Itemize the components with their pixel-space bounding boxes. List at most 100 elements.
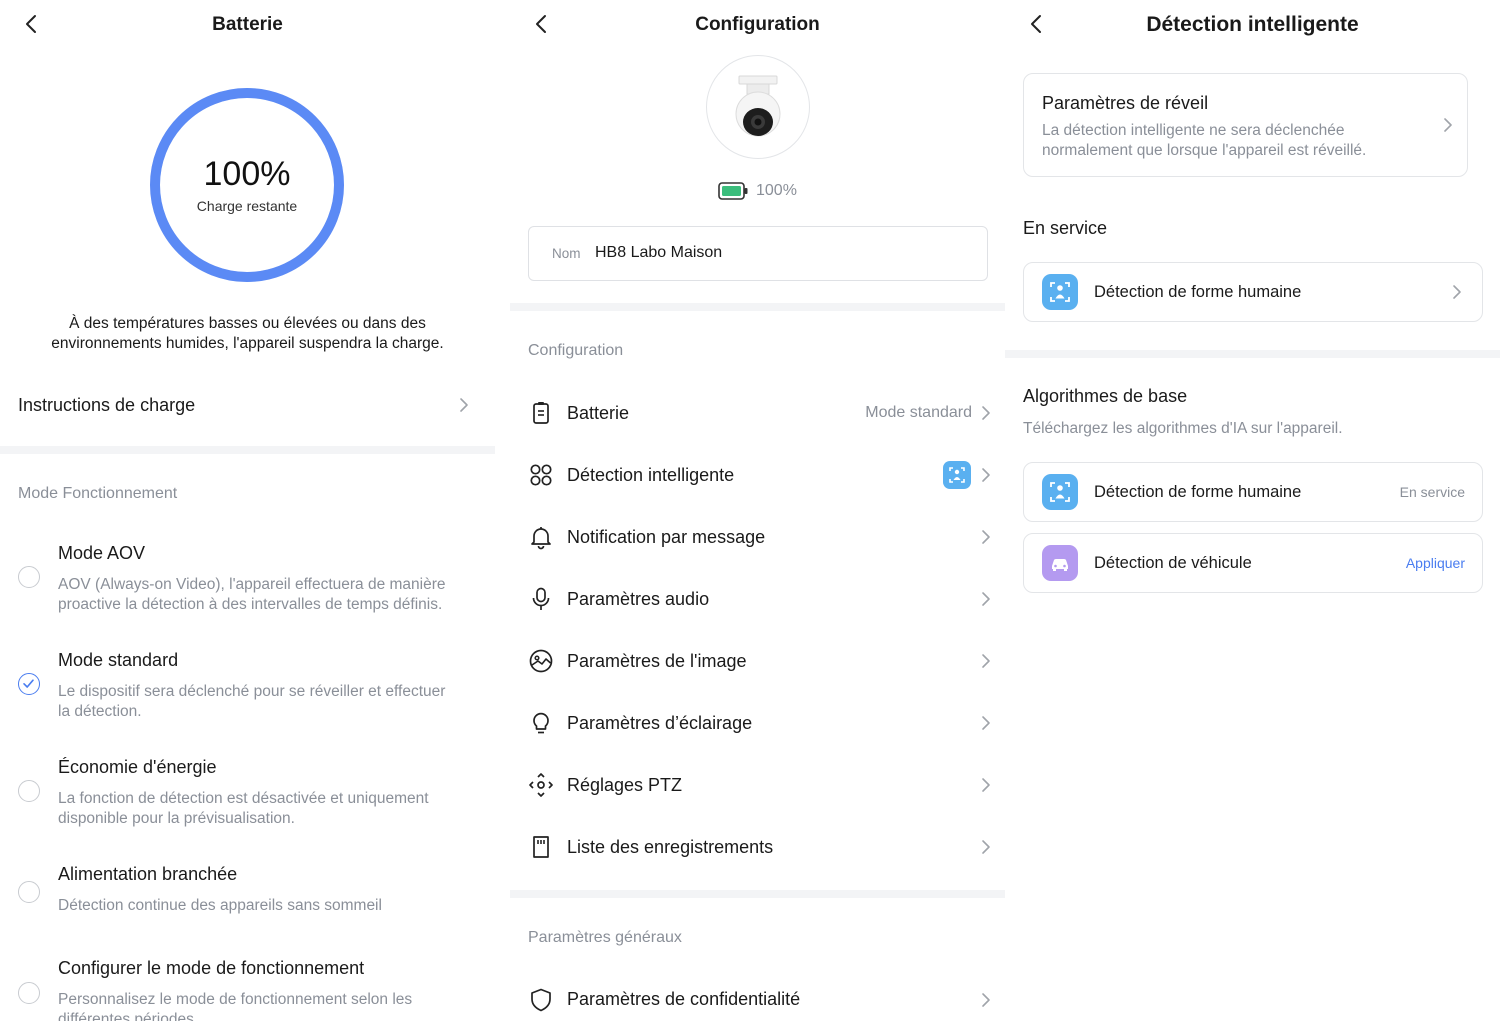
battery-percent: 100% xyxy=(203,155,291,193)
car-icon xyxy=(1042,545,1078,581)
config-row-privacy[interactable]: Paramètres de confidentialité xyxy=(510,974,1005,1021)
camera-thumbnail[interactable] xyxy=(706,55,810,159)
image-icon xyxy=(528,648,554,674)
mode-option-standard[interactable]: Mode standard Le dispositif sera déclenc… xyxy=(0,642,495,732)
config-row-notification[interactable]: Notification par message xyxy=(510,512,1005,562)
charge-warning: À des températures basses ou élevées ou … xyxy=(0,314,495,354)
radio-button-checked[interactable] xyxy=(18,673,40,695)
chevron-right-icon xyxy=(981,653,991,669)
wake-settings-description-line: normalement que lorsque l'appareil est r… xyxy=(1042,142,1367,159)
mode-title: Configurer le mode de fonctionnement xyxy=(58,958,365,978)
mode-option-aov[interactable]: Mode AOV AOV (Always-on Video), l'appare… xyxy=(0,535,495,625)
page-title: Batterie xyxy=(212,14,283,35)
section-divider xyxy=(1005,350,1500,358)
row-value: Mode standard xyxy=(865,404,972,421)
config-section-label: Configuration xyxy=(528,342,624,359)
camera-image xyxy=(735,75,781,137)
battery-icon xyxy=(718,181,748,201)
algo-item-label: Détection de forme humaine xyxy=(1094,483,1302,501)
row-label: Batterie xyxy=(567,403,630,423)
mode-description: La fonction de détection est désactivée … xyxy=(58,789,488,829)
config-row-audio[interactable]: Paramètres audio xyxy=(510,574,1005,624)
config-row-battery[interactable]: Batterie Mode standard xyxy=(510,388,1005,438)
mode-option-plugged[interactable]: Alimentation branchée Détection continue… xyxy=(0,856,495,926)
device-name-field[interactable]: Nom HB8 Labo Maison xyxy=(528,226,988,281)
row-label: Paramètres d’éclairage xyxy=(567,713,753,733)
algo-item-human[interactable]: Détection de forme humaine En service xyxy=(1023,462,1483,522)
row-label: Réglages PTZ xyxy=(567,775,683,795)
human-shape-icon xyxy=(1042,274,1078,310)
chevron-right-icon xyxy=(1443,117,1453,133)
row-label: Paramètres audio xyxy=(567,589,710,609)
mode-section-label: Mode Fonctionnement xyxy=(18,485,178,502)
mode-description: Le dispositif sera déclenché pour se rév… xyxy=(58,682,488,722)
chevron-right-icon xyxy=(981,839,991,855)
config-row-smart-detection[interactable]: Détection intelligente xyxy=(510,450,1005,500)
algo-item-vehicle[interactable]: Détection de véhicule Appliquer xyxy=(1023,533,1483,593)
radio-button[interactable] xyxy=(18,780,40,802)
microphone-icon xyxy=(528,586,554,612)
mode-title: Mode standard xyxy=(58,650,179,670)
in-service-human-card[interactable]: Détection de forme humaine xyxy=(1023,262,1483,322)
section-divider xyxy=(510,890,1005,898)
config-row-image[interactable]: Paramètres de l'image xyxy=(510,636,1005,686)
page-title: Détection intelligente xyxy=(1146,13,1359,36)
section-divider xyxy=(510,303,1005,311)
chevron-right-icon xyxy=(1452,284,1462,300)
charge-instructions-label: Instructions de charge xyxy=(18,395,196,415)
charge-warning-line: À des températures basses ou élevées ou … xyxy=(69,315,426,332)
wake-settings-card[interactable]: Paramètres de réveil La détection intell… xyxy=(1023,73,1468,177)
human-shape-icon xyxy=(1042,474,1078,510)
chevron-right-icon xyxy=(459,397,469,413)
mode-title: Mode AOV xyxy=(58,543,146,563)
row-label: Liste des enregistrements xyxy=(567,837,774,857)
mode-description-line: la détection. xyxy=(58,703,142,720)
mode-description-line: La fonction de détection est désactivée … xyxy=(58,790,429,807)
section-divider xyxy=(0,446,495,454)
radio-button[interactable] xyxy=(18,566,40,588)
battery-percent: 100% xyxy=(756,182,797,199)
mode-title: Économie d'énergie xyxy=(58,757,217,777)
wake-settings-description: La détection intelligente ne sera déclen… xyxy=(1042,121,1366,161)
page-title: Configuration xyxy=(695,14,820,35)
in-service-item-label: Détection de forme humaine xyxy=(1094,283,1302,301)
config-row-recordings[interactable]: Liste des enregistrements xyxy=(510,822,1005,872)
configuration-panel: Configuration 100% Nom HB8 Labo Maison C… xyxy=(510,0,1005,1021)
battery-clipboard-icon xyxy=(528,400,554,426)
lightbulb-icon xyxy=(528,710,554,736)
mode-option-custom[interactable]: Configurer le mode de fonctionnement Per… xyxy=(0,950,495,1021)
config-row-ptz[interactable]: Réglages PTZ xyxy=(510,760,1005,810)
device-name-value: HB8 Labo Maison xyxy=(595,244,723,261)
mode-description: AOV (Always-on Video), l'appareil effect… xyxy=(58,575,488,615)
chevron-right-icon xyxy=(981,591,991,607)
chevron-right-icon xyxy=(981,405,991,421)
algorithms-title: Algorithmes de base xyxy=(1023,386,1188,406)
charge-instructions-row[interactable]: Instructions de charge xyxy=(0,380,495,430)
grid-circles-icon xyxy=(528,462,554,488)
mode-description-line: Détection continue des appareils sans so… xyxy=(58,897,382,914)
chevron-right-icon xyxy=(981,992,991,1008)
chevron-right-icon xyxy=(981,777,991,793)
battery-panel: Batterie 100% Charge restante À des temp… xyxy=(0,0,495,1021)
chevron-right-icon xyxy=(981,529,991,545)
config-row-lighting[interactable]: Paramètres d’éclairage xyxy=(510,698,1005,748)
device-name-label: Nom xyxy=(552,246,581,261)
human-shape-icon xyxy=(943,461,971,489)
mode-description-line: disponible pour la prévisualisation. xyxy=(58,810,295,827)
general-section-label: Paramètres généraux xyxy=(528,929,682,946)
radio-button[interactable] xyxy=(18,881,40,903)
radio-button[interactable] xyxy=(18,982,40,1004)
smart-detection-panel: Détection intelligente Paramètres de rév… xyxy=(1005,0,1500,1021)
mode-description-line: différentes périodes xyxy=(58,1011,194,1021)
row-label: Paramètres de l'image xyxy=(567,651,747,671)
mode-option-energy-saving[interactable]: Économie d'énergie La fonction de détect… xyxy=(0,749,495,839)
mode-title: Alimentation branchée xyxy=(58,864,238,884)
ptz-icon xyxy=(528,772,554,798)
chevron-right-icon xyxy=(981,467,991,483)
algo-item-label: Détection de véhicule xyxy=(1094,554,1252,572)
apply-button[interactable]: Appliquer xyxy=(1406,555,1465,571)
bell-icon xyxy=(528,524,554,550)
chevron-right-icon xyxy=(981,715,991,731)
wake-settings-description-line: La détection intelligente ne sera déclen… xyxy=(1042,122,1345,139)
battery-caption: Charge restante xyxy=(196,198,298,214)
